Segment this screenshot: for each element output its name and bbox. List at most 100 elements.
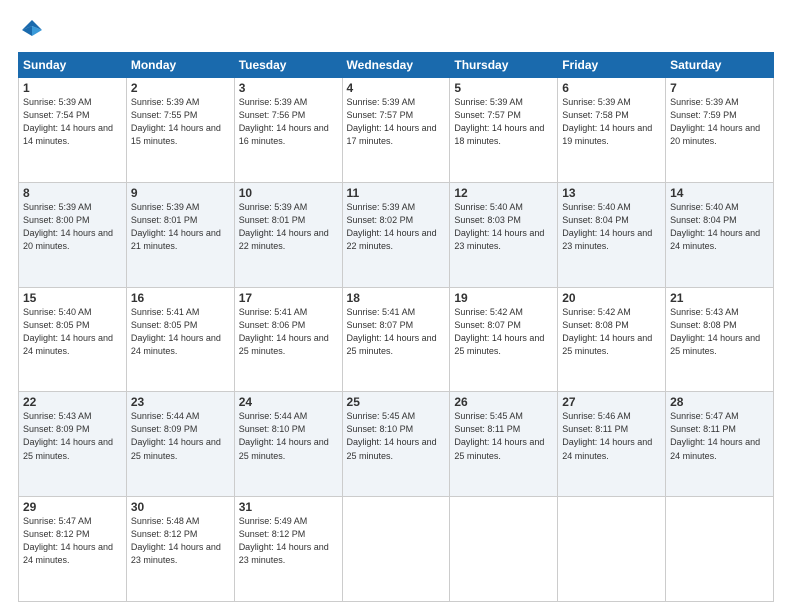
calendar-week-row: 1Sunrise: 5:39 AMSunset: 7:54 PMDaylight… — [19, 78, 774, 183]
day-info: Sunrise: 5:40 AMSunset: 8:04 PMDaylight:… — [670, 201, 769, 253]
calendar-cell: 5Sunrise: 5:39 AMSunset: 7:57 PMDaylight… — [450, 78, 558, 183]
day-number: 10 — [239, 186, 338, 200]
day-number: 8 — [23, 186, 122, 200]
day-info: Sunrise: 5:40 AMSunset: 8:05 PMDaylight:… — [23, 306, 122, 358]
calendar-cell: 16Sunrise: 5:41 AMSunset: 8:05 PMDayligh… — [126, 287, 234, 392]
calendar-cell: 31Sunrise: 5:49 AMSunset: 8:12 PMDayligh… — [234, 497, 342, 602]
calendar-cell: 1Sunrise: 5:39 AMSunset: 7:54 PMDaylight… — [19, 78, 127, 183]
day-number: 12 — [454, 186, 553, 200]
calendar-cell: 14Sunrise: 5:40 AMSunset: 8:04 PMDayligh… — [666, 182, 774, 287]
day-info: Sunrise: 5:40 AMSunset: 8:03 PMDaylight:… — [454, 201, 553, 253]
day-info: Sunrise: 5:39 AMSunset: 7:57 PMDaylight:… — [347, 96, 446, 148]
day-info: Sunrise: 5:39 AMSunset: 7:59 PMDaylight:… — [670, 96, 769, 148]
weekday-header-wednesday: Wednesday — [342, 53, 450, 78]
calendar-cell: 17Sunrise: 5:41 AMSunset: 8:06 PMDayligh… — [234, 287, 342, 392]
day-info: Sunrise: 5:47 AMSunset: 8:12 PMDaylight:… — [23, 515, 122, 567]
day-number: 3 — [239, 81, 338, 95]
calendar-week-row: 15Sunrise: 5:40 AMSunset: 8:05 PMDayligh… — [19, 287, 774, 392]
calendar-cell: 24Sunrise: 5:44 AMSunset: 8:10 PMDayligh… — [234, 392, 342, 497]
day-number: 5 — [454, 81, 553, 95]
calendar-cell: 19Sunrise: 5:42 AMSunset: 8:07 PMDayligh… — [450, 287, 558, 392]
day-number: 21 — [670, 291, 769, 305]
calendar-cell: 11Sunrise: 5:39 AMSunset: 8:02 PMDayligh… — [342, 182, 450, 287]
day-info: Sunrise: 5:41 AMSunset: 8:06 PMDaylight:… — [239, 306, 338, 358]
calendar-cell: 27Sunrise: 5:46 AMSunset: 8:11 PMDayligh… — [558, 392, 666, 497]
day-number: 31 — [239, 500, 338, 514]
day-number: 2 — [131, 81, 230, 95]
header — [18, 16, 774, 44]
day-info: Sunrise: 5:42 AMSunset: 8:07 PMDaylight:… — [454, 306, 553, 358]
day-info: Sunrise: 5:39 AMSunset: 8:01 PMDaylight:… — [131, 201, 230, 253]
day-info: Sunrise: 5:39 AMSunset: 7:55 PMDaylight:… — [131, 96, 230, 148]
calendar-cell: 7Sunrise: 5:39 AMSunset: 7:59 PMDaylight… — [666, 78, 774, 183]
day-info: Sunrise: 5:41 AMSunset: 8:07 PMDaylight:… — [347, 306, 446, 358]
day-info: Sunrise: 5:43 AMSunset: 8:08 PMDaylight:… — [670, 306, 769, 358]
calendar-week-row: 22Sunrise: 5:43 AMSunset: 8:09 PMDayligh… — [19, 392, 774, 497]
day-number: 20 — [562, 291, 661, 305]
calendar-cell: 20Sunrise: 5:42 AMSunset: 8:08 PMDayligh… — [558, 287, 666, 392]
day-number: 18 — [347, 291, 446, 305]
calendar-table: SundayMondayTuesdayWednesdayThursdayFrid… — [18, 52, 774, 602]
day-number: 9 — [131, 186, 230, 200]
day-info: Sunrise: 5:49 AMSunset: 8:12 PMDaylight:… — [239, 515, 338, 567]
calendar-cell: 4Sunrise: 5:39 AMSunset: 7:57 PMDaylight… — [342, 78, 450, 183]
day-number: 26 — [454, 395, 553, 409]
day-number: 1 — [23, 81, 122, 95]
calendar-cell: 29Sunrise: 5:47 AMSunset: 8:12 PMDayligh… — [19, 497, 127, 602]
weekday-header-thursday: Thursday — [450, 53, 558, 78]
day-info: Sunrise: 5:39 AMSunset: 7:58 PMDaylight:… — [562, 96, 661, 148]
day-info: Sunrise: 5:39 AMSunset: 8:00 PMDaylight:… — [23, 201, 122, 253]
day-info: Sunrise: 5:39 AMSunset: 7:54 PMDaylight:… — [23, 96, 122, 148]
day-info: Sunrise: 5:46 AMSunset: 8:11 PMDaylight:… — [562, 410, 661, 462]
calendar-cell: 2Sunrise: 5:39 AMSunset: 7:55 PMDaylight… — [126, 78, 234, 183]
day-number: 25 — [347, 395, 446, 409]
day-info: Sunrise: 5:40 AMSunset: 8:04 PMDaylight:… — [562, 201, 661, 253]
day-number: 4 — [347, 81, 446, 95]
calendar-cell: 6Sunrise: 5:39 AMSunset: 7:58 PMDaylight… — [558, 78, 666, 183]
weekday-header-saturday: Saturday — [666, 53, 774, 78]
weekday-header-tuesday: Tuesday — [234, 53, 342, 78]
day-number: 27 — [562, 395, 661, 409]
day-number: 28 — [670, 395, 769, 409]
calendar-cell: 12Sunrise: 5:40 AMSunset: 8:03 PMDayligh… — [450, 182, 558, 287]
calendar-cell: 21Sunrise: 5:43 AMSunset: 8:08 PMDayligh… — [666, 287, 774, 392]
calendar-cell: 23Sunrise: 5:44 AMSunset: 8:09 PMDayligh… — [126, 392, 234, 497]
weekday-header-sunday: Sunday — [19, 53, 127, 78]
day-number: 13 — [562, 186, 661, 200]
day-number: 29 — [23, 500, 122, 514]
day-number: 7 — [670, 81, 769, 95]
calendar-header-row: SundayMondayTuesdayWednesdayThursdayFrid… — [19, 53, 774, 78]
day-info: Sunrise: 5:44 AMSunset: 8:10 PMDaylight:… — [239, 410, 338, 462]
day-number: 23 — [131, 395, 230, 409]
day-info: Sunrise: 5:43 AMSunset: 8:09 PMDaylight:… — [23, 410, 122, 462]
calendar-cell — [666, 497, 774, 602]
calendar-cell: 13Sunrise: 5:40 AMSunset: 8:04 PMDayligh… — [558, 182, 666, 287]
calendar-cell: 10Sunrise: 5:39 AMSunset: 8:01 PMDayligh… — [234, 182, 342, 287]
calendar-week-row: 29Sunrise: 5:47 AMSunset: 8:12 PMDayligh… — [19, 497, 774, 602]
calendar-cell: 22Sunrise: 5:43 AMSunset: 8:09 PMDayligh… — [19, 392, 127, 497]
logo-icon — [18, 16, 46, 44]
calendar-cell: 3Sunrise: 5:39 AMSunset: 7:56 PMDaylight… — [234, 78, 342, 183]
calendar-cell: 26Sunrise: 5:45 AMSunset: 8:11 PMDayligh… — [450, 392, 558, 497]
day-info: Sunrise: 5:47 AMSunset: 8:11 PMDaylight:… — [670, 410, 769, 462]
day-info: Sunrise: 5:41 AMSunset: 8:05 PMDaylight:… — [131, 306, 230, 358]
calendar-cell: 15Sunrise: 5:40 AMSunset: 8:05 PMDayligh… — [19, 287, 127, 392]
day-info: Sunrise: 5:39 AMSunset: 8:01 PMDaylight:… — [239, 201, 338, 253]
calendar-cell: 28Sunrise: 5:47 AMSunset: 8:11 PMDayligh… — [666, 392, 774, 497]
day-number: 24 — [239, 395, 338, 409]
calendar-cell — [450, 497, 558, 602]
calendar-cell: 25Sunrise: 5:45 AMSunset: 8:10 PMDayligh… — [342, 392, 450, 497]
day-number: 22 — [23, 395, 122, 409]
day-info: Sunrise: 5:39 AMSunset: 7:57 PMDaylight:… — [454, 96, 553, 148]
calendar-cell — [558, 497, 666, 602]
day-number: 19 — [454, 291, 553, 305]
calendar-week-row: 8Sunrise: 5:39 AMSunset: 8:00 PMDaylight… — [19, 182, 774, 287]
day-info: Sunrise: 5:44 AMSunset: 8:09 PMDaylight:… — [131, 410, 230, 462]
day-number: 6 — [562, 81, 661, 95]
day-number: 14 — [670, 186, 769, 200]
page: SundayMondayTuesdayWednesdayThursdayFrid… — [0, 0, 792, 612]
calendar-cell: 8Sunrise: 5:39 AMSunset: 8:00 PMDaylight… — [19, 182, 127, 287]
day-number: 16 — [131, 291, 230, 305]
logo — [18, 16, 50, 44]
day-info: Sunrise: 5:39 AMSunset: 8:02 PMDaylight:… — [347, 201, 446, 253]
